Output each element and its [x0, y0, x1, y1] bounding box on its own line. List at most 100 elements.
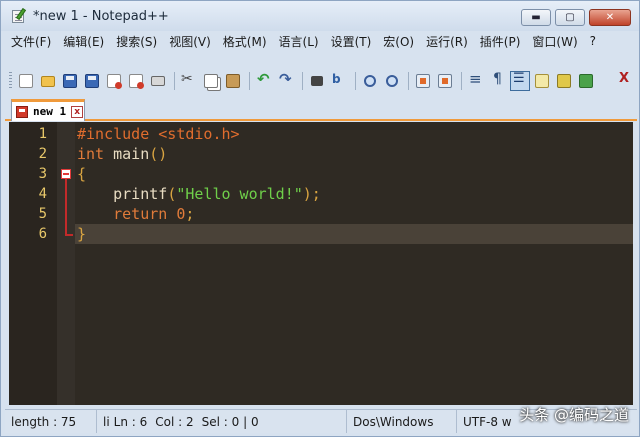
status-position: li Ln : 6 Col : 2 Sel : 0 | 0 [97, 410, 347, 433]
open-icon [41, 75, 55, 87]
status-col: Col : 2 [155, 414, 194, 429]
find-button[interactable] [307, 71, 327, 91]
code-token: #include <stdio.h> [77, 125, 240, 143]
menu-item-0[interactable]: 文件(F) [5, 33, 57, 50]
new-button[interactable] [16, 71, 36, 91]
save-all-button[interactable] [82, 71, 102, 91]
show-all-chars-icon [491, 71, 505, 88]
replace-icon [332, 72, 346, 88]
line-number: 4 [38, 186, 47, 202]
code-token: { [77, 165, 87, 183]
toolbar-separator [174, 72, 175, 90]
code-token: return [77, 205, 168, 223]
save-button[interactable] [60, 71, 80, 91]
open-button[interactable] [38, 71, 58, 91]
menu-item-4[interactable]: 格式(M) [217, 33, 273, 50]
user-lang-button[interactable] [532, 71, 552, 91]
copy-button[interactable] [201, 71, 221, 91]
code-line[interactable]: } [77, 224, 86, 244]
cut-button[interactable] [179, 71, 199, 91]
cut-icon [181, 71, 196, 88]
close-button[interactable]: ✕ [589, 9, 631, 26]
toolbar-separator [355, 72, 356, 90]
menu-item-5[interactable]: 语言(L) [273, 33, 325, 50]
code-token: () [149, 145, 168, 163]
window-title: *new 1 - Notepad++ [33, 8, 169, 24]
redo-button[interactable] [276, 70, 296, 91]
close-all-icon [129, 74, 144, 89]
sync-h-button[interactable] [435, 71, 455, 91]
print-button[interactable] [148, 71, 168, 91]
macro-record-button[interactable] [554, 71, 574, 91]
sync-v-icon [416, 74, 430, 88]
menu-item-9[interactable]: 插件(P) [474, 33, 527, 50]
status-sel: Sel : 0 | 0 [201, 414, 259, 429]
close-document-icon[interactable]: X [619, 71, 629, 86]
code-token: int [77, 145, 105, 163]
close-all-button[interactable] [126, 71, 146, 91]
maximize-button[interactable]: ▢ [555, 9, 585, 26]
tab-new-1[interactable]: new 1 x [11, 99, 85, 121]
tab-label: new 1 [33, 105, 67, 118]
toolbar: X [5, 68, 637, 94]
current-line-highlight [75, 224, 633, 244]
toolbar-separator [408, 72, 409, 90]
zoom-out-button[interactable] [382, 71, 402, 91]
code-line[interactable]: return 0; [77, 204, 194, 224]
zoom-in-button[interactable] [360, 71, 380, 91]
code-area[interactable]: #include <stdio.h> int main(){ printf("He… [75, 122, 633, 405]
close-button[interactable] [104, 71, 124, 91]
menu-item-6[interactable]: 设置(T) [325, 33, 378, 50]
toolbar-separator [302, 72, 303, 90]
menu-item-1[interactable]: 编辑(E) [57, 33, 110, 50]
notepad-window: *new 1 - Notepad++ ▬ ▢ ✕ 文件(F) 编辑(E) 搜索(S)… [0, 0, 640, 437]
toolbar-separator [461, 72, 462, 90]
fold-guide-line [65, 179, 67, 235]
macro-play-button[interactable] [576, 71, 596, 91]
replace-button[interactable] [329, 71, 349, 91]
menu-bar: 文件(F) 编辑(E) 搜索(S) 视图(V) 格式(M) 语言(L) 设置(T) 宏(O) 运… [5, 31, 637, 51]
code-token: main [104, 145, 150, 163]
tab-close-icon[interactable]: x [71, 105, 84, 118]
menu-item-2[interactable]: 搜索(S) [110, 33, 163, 50]
new-icon [19, 74, 33, 88]
status-lines: li [103, 414, 110, 429]
line-number: 6 [38, 226, 47, 242]
menu-item-3[interactable]: 视图(V) [163, 33, 217, 50]
fold-collapse-icon[interactable] [61, 169, 71, 179]
status-ln: Ln : 6 [113, 414, 148, 429]
indent-guide-button[interactable] [510, 71, 530, 91]
code-line[interactable]: { [77, 164, 86, 184]
sync-v-button[interactable] [413, 71, 433, 91]
code-line[interactable]: #include <stdio.h> [77, 124, 240, 144]
line-number-gutter: 1 2 3 4 5 6 [9, 122, 57, 405]
user-lang-icon [535, 74, 549, 88]
menu-item-8[interactable]: 运行(R) [420, 33, 474, 50]
menu-item-10[interactable]: 窗口(W) [526, 33, 583, 50]
status-length: length : 75 [5, 410, 97, 433]
minimize-button[interactable]: ▬ [521, 9, 551, 26]
code-token: printf [77, 185, 168, 203]
line-number: 3 [38, 166, 47, 182]
macro-play-icon [579, 74, 593, 88]
code-line[interactable]: printf("Hello world!"); [77, 184, 321, 204]
menu-item-11[interactable]: ? [584, 34, 602, 48]
word-wrap-button[interactable] [466, 70, 486, 91]
code-line[interactable]: int main() [77, 144, 167, 164]
status-eol: Dos\Windows [347, 410, 457, 433]
redo-icon [279, 70, 293, 88]
close-icon [107, 74, 122, 89]
sync-h-icon [438, 74, 452, 88]
toolbar-grip[interactable] [9, 72, 12, 90]
fold-margin [57, 122, 75, 405]
code-token: ; [185, 205, 195, 223]
title-bar[interactable]: *new 1 - Notepad++ ▬ ▢ ✕ [1, 1, 639, 31]
undo-button[interactable] [254, 70, 274, 91]
show-all-chars-button[interactable] [488, 71, 508, 91]
paste-button[interactable] [223, 71, 243, 91]
paste-icon [226, 74, 240, 88]
save-icon [63, 74, 77, 88]
notepad-app-icon [11, 7, 27, 24]
code-editor[interactable]: 123456 #include <stdio.h> int main(){ pri… [9, 122, 633, 405]
menu-item-7[interactable]: 宏(O) [377, 33, 420, 50]
